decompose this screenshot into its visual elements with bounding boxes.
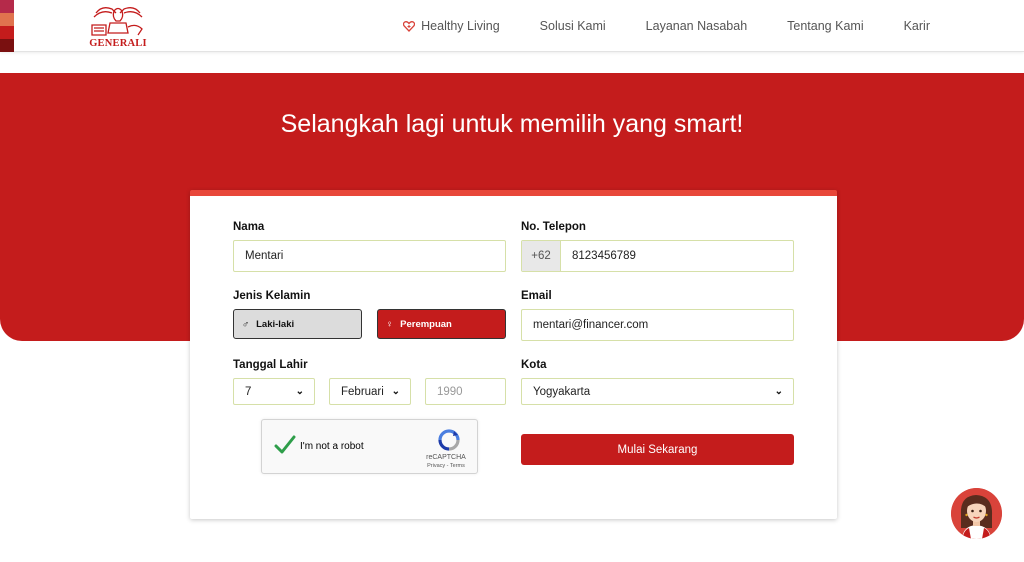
recaptcha-links[interactable]: Privacy - Terms [424, 463, 468, 469]
chevron-down-icon: ⌄ [391, 386, 400, 397]
lion-logo-icon [91, 7, 143, 36]
assistant-avatar-icon [951, 488, 1002, 539]
phone-country-prefix: +62 [522, 241, 561, 271]
gender-male-label: Laki-laki [256, 318, 295, 330]
birth-day-select[interactable]: 7 ⌄ [233, 378, 315, 405]
checkmark-icon[interactable] [274, 434, 296, 456]
birth-month-select[interactable]: Februari ⌄ [329, 378, 411, 405]
generali-logo[interactable]: GENERALI [88, 3, 148, 49]
birth-month-value: Februari [341, 385, 384, 398]
nav-layanan-nasabah[interactable]: Layanan Nasabah [646, 19, 747, 33]
chat-assistant-button[interactable] [951, 488, 1002, 539]
phone-field[interactable]: +62 8123456789 [521, 240, 794, 272]
submit-button[interactable]: Mulai Sekarang [521, 434, 794, 465]
city-select[interactable]: Yogyakarta ⌄ [521, 378, 794, 405]
chevron-down-icon: ⌄ [295, 386, 304, 397]
birth-day-value: 7 [245, 385, 252, 398]
nav-karir[interactable]: Karir [904, 19, 930, 33]
main-nav: Healthy Living Solusi Kami Layanan Nasab… [403, 0, 930, 52]
gender-female-button[interactable]: ♀ Perempuan [377, 309, 506, 339]
recaptcha-widget: I'm not a robot reCAPTCHA Privacy - Term… [261, 419, 478, 474]
nav-label: Healthy Living [421, 19, 500, 33]
signup-form-card: Nama Mentari No. Telepon +62 8123456789 … [190, 190, 837, 519]
birth-year-input[interactable]: 1990 [425, 378, 506, 405]
recaptcha-label: I'm not a robot [300, 441, 364, 452]
name-input[interactable]: Mentari [233, 240, 506, 272]
phone-label: No. Telepon [521, 221, 586, 233]
email-input[interactable]: mentari@financer.com [521, 309, 794, 341]
nav-healthy-living[interactable]: Healthy Living [403, 19, 500, 33]
female-symbol-icon: ♀ [386, 318, 394, 330]
city-label: Kota [521, 359, 547, 371]
email-label: Email [521, 290, 552, 302]
male-symbol-icon: ♂ [242, 318, 250, 330]
birthdate-label: Tanggal Lahir [233, 359, 308, 371]
recaptcha-logo-icon [438, 429, 460, 451]
heart-leaf-icon [403, 20, 416, 32]
nav-solusi-kami[interactable]: Solusi Kami [540, 19, 606, 33]
top-navbar: GENERALI Healthy Living Solusi Kami Laya… [0, 0, 1024, 52]
gender-male-button[interactable]: ♂ Laki-laki [233, 309, 362, 339]
chevron-down-icon: ⌄ [774, 386, 783, 397]
birth-year-placeholder: 1990 [437, 385, 463, 398]
nav-tentang-kami[interactable]: Tentang Kami [787, 19, 863, 33]
gender-label: Jenis Kelamin [233, 290, 311, 302]
recaptcha-brand: reCAPTCHA [426, 454, 466, 461]
hero-title: Selangkah lagi untuk memilih yang smart! [280, 110, 744, 138]
city-value: Yogyakarta [533, 385, 591, 398]
brand-color-strip [0, 0, 14, 52]
gender-female-label: Perempuan [400, 318, 452, 330]
page: GENERALI Healthy Living Solusi Kami Laya… [0, 0, 1024, 562]
name-label: Nama [233, 221, 265, 233]
logo-wordmark: GENERALI [89, 38, 147, 49]
phone-input-value[interactable]: 8123456789 [572, 250, 636, 262]
